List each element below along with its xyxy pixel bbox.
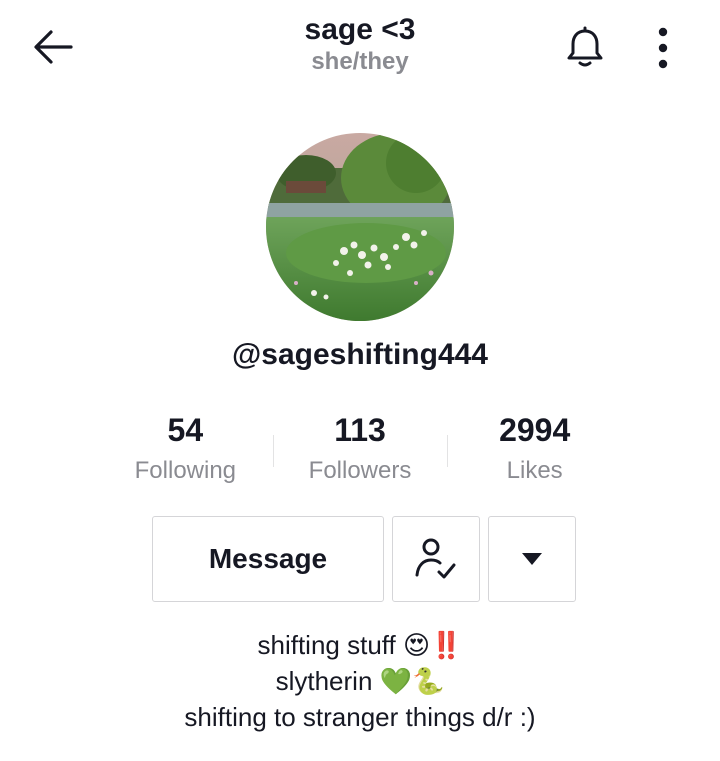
followers-count: 113 [334, 412, 386, 448]
more-actions-dropdown[interactable] [488, 516, 576, 602]
following-count: 54 [167, 412, 204, 448]
more-options-button[interactable] [640, 20, 686, 76]
profile-header-title: sage <3 she/they [0, 10, 720, 76]
followers-label: Followers [308, 457, 412, 484]
bio-line-3: shifting to stranger things d/r :) [184, 702, 536, 732]
following-button[interactable] [392, 516, 480, 602]
bio-emoji-1: 😍‼️ [403, 631, 463, 661]
bio-text-2: slytherin [275, 666, 373, 696]
user-check-icon [415, 538, 456, 579]
bio-text-1: shifting stuff [257, 630, 396, 660]
following-label: Following [134, 457, 237, 484]
stats-divider [273, 435, 274, 467]
likes-count: 2994 [499, 412, 571, 448]
stat-likes[interactable]: 2994 Likes [447, 410, 622, 500]
avatar[interactable] [266, 133, 454, 321]
message-button[interactable]: Message [152, 516, 384, 602]
stats-row: 54 Following 113 Followers 2994 Likes [98, 410, 622, 500]
message-button-label: Message [208, 543, 328, 574]
profile-bio: shifting stuff 😍‼️ slytherin 💚🐍 shifting… [0, 628, 720, 735]
bell-icon [567, 26, 603, 67]
stat-followers[interactable]: 113 Followers [273, 410, 448, 500]
bio-line-1: shifting stuff 😍‼️ [0, 628, 720, 664]
stat-following[interactable]: 54 Following [98, 410, 273, 500]
caret-down-icon [522, 553, 542, 565]
stats-divider [447, 435, 448, 467]
bio-line-2: slytherin 💚🐍 [0, 664, 720, 700]
likes-label: Likes [506, 457, 563, 484]
more-vertical-icon [658, 27, 668, 69]
username: @sageshifting444 [232, 338, 488, 371]
bio-emoji-2: 💚🐍 [379, 667, 445, 697]
top-bar: sage <3 she/they [0, 0, 720, 90]
notifications-button[interactable] [558, 20, 612, 74]
pronouns: she/they [311, 48, 409, 75]
page-title: sage <3 [304, 13, 416, 46]
